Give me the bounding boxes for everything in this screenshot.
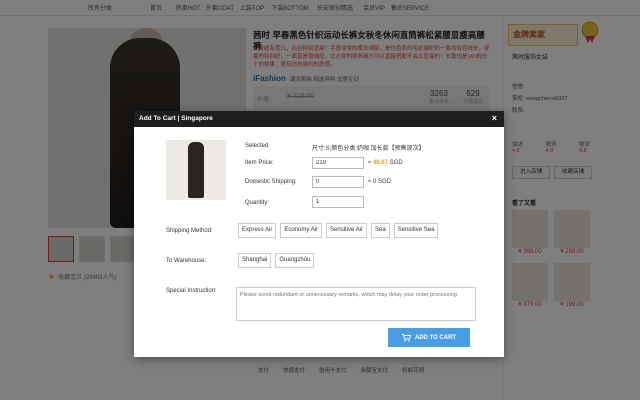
special-instruction-label: Special Instruction: (166, 288, 217, 294)
product-thumbnail (166, 140, 226, 200)
shipping-method-options: Express Air Economy Air Sensitive Air Se… (238, 223, 439, 238)
approx-sign: ≈ (368, 160, 372, 166)
quantity-input[interactable] (312, 196, 364, 208)
shipping-option-economy-air[interactable]: Economy Air (280, 223, 323, 238)
quantity-label: Quantity: (245, 200, 270, 206)
domestic-shipping-input[interactable] (312, 176, 364, 188)
shipping-method-label: Shipping Method: (166, 228, 213, 234)
warehouse-label: To Warehouse: (166, 258, 207, 264)
selected-value: 尺寸:S;颜色分类:奶咖 加长款【预售现次】 (312, 146, 425, 152)
item-price-converted: ≈ 48.67 SGD (368, 160, 403, 166)
shipping-option-sensitive-sea[interactable]: Sensitive Sea (393, 223, 439, 238)
add-to-cart-button[interactable]: ADD TO CART (388, 328, 470, 347)
converted-currency: SGD (389, 160, 403, 166)
add-to-cart-dialog: Add To Cart | Singapore × Selected 尺寸:S;… (134, 111, 504, 357)
close-icon[interactable]: × (492, 113, 497, 123)
warehouse-options: Shanghai Guangzhou (238, 253, 315, 268)
domestic-shipping-label: Domestic Shipping: (245, 179, 297, 185)
item-price-input[interactable] (312, 157, 364, 169)
add-to-cart-label: ADD TO CART (414, 334, 457, 341)
warehouse-option-shanghai[interactable]: Shanghai (238, 253, 272, 268)
cart-icon (401, 333, 411, 342)
warehouse-option-guangzhou[interactable]: Guangzhou (275, 253, 315, 268)
converted-amount: 48.67 (372, 160, 388, 166)
dialog-header: Add To Cart | Singapore × (134, 111, 504, 127)
product-figure (188, 142, 204, 198)
item-price-label: Item Price: (245, 160, 274, 166)
special-instruction-textarea[interactable] (236, 287, 476, 321)
selected-label: Selected (245, 143, 269, 149)
dialog-title: Add To Cart | Singapore (139, 115, 213, 122)
domestic-shipping-converted: ≈ 0 SGD (368, 179, 391, 185)
shipping-option-sea[interactable]: Sea (371, 223, 390, 238)
shipping-option-sensitive-air[interactable]: Sensitive Air (326, 223, 368, 238)
shipping-option-express-air[interactable]: Express Air (238, 223, 277, 238)
